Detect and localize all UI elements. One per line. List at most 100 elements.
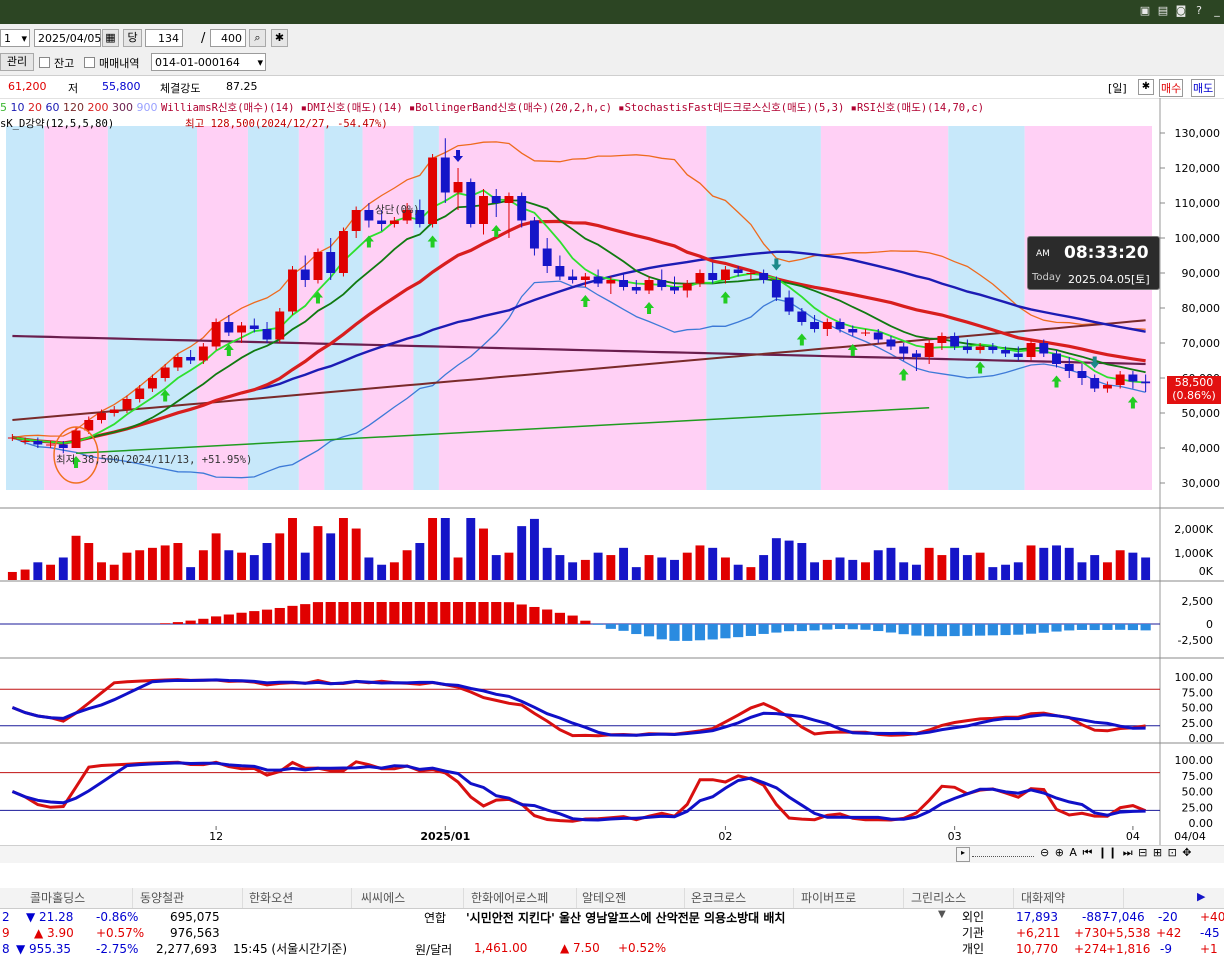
candle-body	[733, 269, 743, 273]
window-titlebar: ▣ ▤ ◙ ? _	[0, 0, 1224, 24]
candle-body	[644, 280, 654, 291]
period-select[interactable]: 1 ▾	[0, 29, 30, 47]
zoom-icon[interactable]: ⌕	[249, 29, 266, 47]
volume-bar	[275, 533, 285, 580]
candle-body	[797, 311, 807, 322]
candle-body	[746, 273, 756, 274]
calendar-icon[interactable]: ▦	[102, 29, 119, 47]
trade-history-label: 매매내역	[99, 57, 140, 70]
tab-next-icon[interactable]: ▶	[1197, 890, 1205, 903]
date-input[interactable]: 2025/04/05	[34, 29, 101, 47]
macd-bar	[822, 624, 833, 630]
ticker-tab[interactable]: 씨씨에스	[361, 888, 464, 908]
macd-bar	[287, 605, 298, 624]
fast-stoch-tick-label: 0.00	[1189, 817, 1214, 830]
zoom-slider[interactable]	[972, 852, 1034, 857]
x-tick-label: 02	[718, 830, 732, 843]
candle-body	[313, 252, 323, 280]
macd-bar	[720, 624, 731, 639]
macd-tick-label: 0	[1206, 618, 1213, 631]
ticker-tab[interactable]: 동양철관	[140, 888, 243, 908]
stock-chart[interactable]: 130,000 120,000 110,000 100,000 90,000 80,000…	[0, 98, 1224, 858]
account-manage-button[interactable]: 관리	[0, 53, 34, 71]
candle-body	[517, 196, 527, 221]
doc-icon[interactable]: ▤	[1157, 5, 1169, 17]
candle-body	[619, 280, 629, 287]
volume-bar	[1026, 545, 1036, 580]
volume-bar	[7, 571, 17, 580]
ticker-tab[interactable]: 대화제약	[1021, 888, 1124, 908]
ticker-tab[interactable]: 한화에어로스페	[471, 888, 577, 908]
chart-control-icons[interactable]: ⊖ ⊕ A ⏮ ❙❙ ⏭ ⊟ ⊞ ⊡ ✥	[1040, 846, 1193, 860]
volume-bar	[1102, 562, 1112, 580]
volume-bar	[988, 567, 998, 580]
camera-icon[interactable]: ◙	[1175, 5, 1187, 17]
period-value: 1	[4, 32, 11, 45]
candle-body	[211, 322, 221, 347]
macd-bar	[962, 624, 973, 636]
last-date-label: 04/04	[1174, 830, 1206, 843]
macd-bar	[796, 624, 807, 632]
candle-body	[46, 444, 56, 446]
macd-bar	[694, 624, 706, 641]
trade-history-checkbox[interactable]	[84, 57, 95, 68]
ticker-tab[interactable]: 한화오션	[249, 888, 352, 908]
buy-button[interactable]: 매수	[1159, 79, 1184, 97]
news-scroll-icon[interactable]: ▼	[938, 909, 946, 920]
fast-stoch-tick-label: 25.00	[1182, 801, 1214, 814]
ticker-tab[interactable]: 온코크로스	[691, 888, 794, 908]
sell-button[interactable]: 매도	[1191, 79, 1216, 97]
settings-icon[interactable]: ✱	[1138, 79, 1154, 95]
macd-bar	[516, 604, 527, 624]
volume-bar	[529, 518, 539, 580]
total-input[interactable]: 400	[210, 29, 246, 47]
regime-band	[706, 126, 821, 490]
volume-tick-label: 1,000K	[1174, 547, 1213, 560]
help-icon[interactable]: ?	[1193, 5, 1205, 17]
fast-stoch-tick-label: 100.00	[1175, 754, 1214, 767]
minimize-icon[interactable]: _	[1211, 5, 1223, 17]
volume-bar	[810, 562, 820, 580]
slow-stoch-k-line	[11, 678, 1146, 738]
macd-bar	[924, 624, 935, 637]
period-button[interactable]: [일]	[1108, 80, 1127, 96]
ticker-tab[interactable]: 알테오젠	[582, 888, 685, 908]
news-headline[interactable]: '시민안전 지킨다' 울산 영남알프스에 산악전문 의용소방대 배치	[466, 909, 785, 926]
index-rows: 2 ▼ 21.28 -0.86% 695,075 9 ▲ 3.90 +0.57%…	[0, 909, 410, 957]
macd-bar	[261, 609, 273, 624]
ticker-tab[interactable]: 파이버프로	[801, 888, 904, 908]
chart-scrollbar[interactable]: ▸ ⊖ ⊕ A ⏮ ❙❙ ⏭ ⊟ ⊞ ⊡ ✥	[0, 845, 1224, 863]
candle-body	[899, 346, 909, 354]
investor-v5: +40	[1200, 910, 1224, 924]
investor-name: 기관	[962, 926, 985, 940]
macd-bar	[452, 602, 464, 624]
ma-legend-10: 10	[10, 101, 25, 114]
jango-checkbox[interactable]	[39, 57, 50, 68]
count-input[interactable]: 134	[145, 29, 183, 47]
candle-body	[109, 409, 119, 413]
gear-icon[interactable]: ✱	[271, 29, 288, 47]
account-select[interactable]: 014-01-000164 ▾	[151, 53, 266, 71]
macd-tick-label: -2,500	[1178, 634, 1213, 647]
volume-tick-label: 0K	[1199, 565, 1214, 578]
macd-bar	[414, 602, 425, 624]
candle-body	[657, 280, 667, 287]
candle-body	[771, 280, 781, 298]
macd-bar	[300, 604, 311, 624]
ticker-tab[interactable]: 콜마홀딩스	[30, 888, 133, 908]
volume-bar	[568, 562, 578, 580]
volume-bar	[580, 559, 590, 580]
volume-bar	[848, 559, 858, 580]
dang-button[interactable]: 당	[123, 29, 142, 47]
candle-body	[542, 248, 552, 266]
candle-body	[288, 269, 297, 312]
volume-bar	[1001, 564, 1011, 580]
restore-icon[interactable]: ▣	[1139, 5, 1151, 17]
candle-body	[861, 332, 870, 334]
volume-bar	[389, 562, 399, 580]
ticker-tab[interactable]: 그린리소스	[911, 888, 1014, 908]
investor-v3: -7,046	[1106, 910, 1145, 924]
macd-bar	[325, 602, 336, 624]
index-row: 2 ▼ 21.28 -0.86% 695,075	[0, 909, 410, 925]
scroll-left-icon[interactable]: ▸	[956, 847, 970, 862]
